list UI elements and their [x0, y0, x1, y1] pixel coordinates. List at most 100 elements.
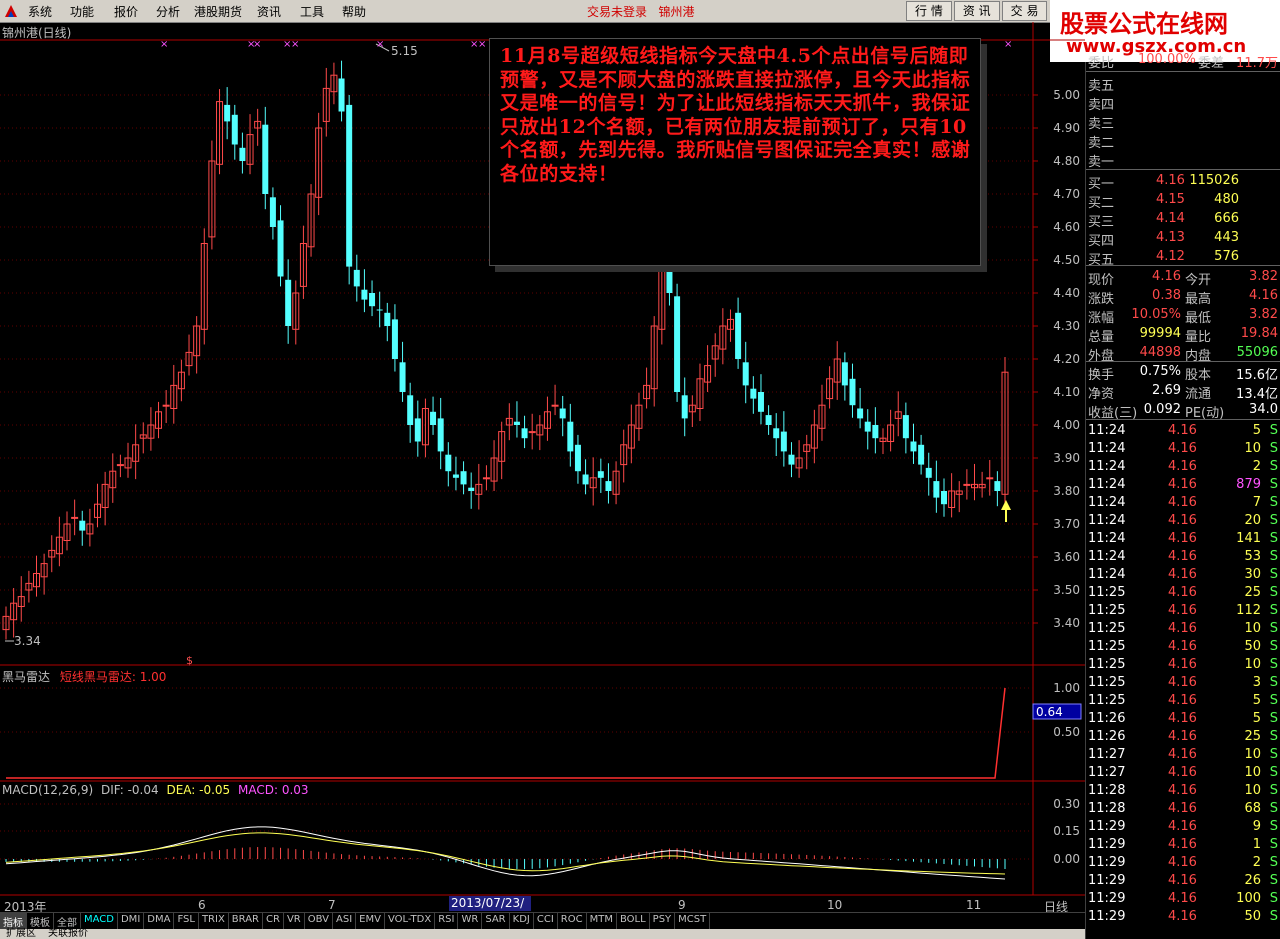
menu-info[interactable]: 资讯 — [257, 3, 281, 20]
menu-hk-futures[interactable]: 港股期货 — [194, 3, 242, 20]
tick-volume: 100 — [1236, 891, 1261, 906]
candle-body — [925, 467, 932, 478]
candle-body — [940, 491, 947, 505]
candle-body — [391, 319, 398, 359]
candle-body — [521, 428, 528, 439]
stat-row: 总量 99994 量比 19.84 — [1086, 325, 1280, 345]
price: 4.13 — [1156, 230, 1185, 245]
menu-analysis[interactable]: 分析 — [156, 3, 180, 20]
annotation-box: 11月8号超级短线指标今天盘中4.5个点出信号后随即预警，又是不顾大盘的涨跌直接… — [489, 38, 981, 266]
tick-side: S — [1269, 531, 1278, 546]
tick-side: S — [1269, 819, 1278, 834]
tick-row: 11:25 4.16 25 S — [1086, 584, 1280, 603]
value: 0.75% — [1139, 364, 1181, 379]
tick-time: 11:26 — [1088, 711, 1126, 726]
bottom-area-tabs: 扩展区 关联报价 — [0, 929, 1085, 939]
tick-volume: 30 — [1244, 567, 1261, 582]
indicator-tab-psy[interactable]: PSY — [650, 913, 676, 930]
tick-volume: 7 — [1252, 495, 1261, 510]
indicator-tab-emv[interactable]: EMV — [356, 913, 385, 930]
tick-volume: 50 — [1244, 639, 1261, 654]
candle-body — [994, 481, 1001, 491]
time-label: 10 — [827, 898, 843, 912]
indicator-tab-roc[interactable]: ROC — [558, 913, 587, 930]
indicator-tab-vol-tdx[interactable]: VOL-TDX — [385, 913, 436, 930]
tick-side: S — [1269, 459, 1278, 474]
tick-volume: 2 — [1252, 459, 1261, 474]
label: 换手 — [1088, 368, 1115, 383]
indicator-tab-asi[interactable]: ASI — [333, 913, 357, 930]
tick-volume: 5 — [1252, 711, 1261, 726]
indicator-tab-cr[interactable]: CR — [263, 913, 284, 930]
candle-body — [528, 431, 536, 434]
tick-price: 4.16 — [1168, 477, 1197, 492]
candle-body — [750, 388, 757, 399]
price-tick-label: 3.40 — [1053, 616, 1080, 630]
indicator-tab-brar[interactable]: BRAR — [229, 913, 263, 930]
candle-body — [857, 408, 864, 419]
tick-side: S — [1269, 495, 1278, 510]
candle-body — [346, 104, 353, 267]
value: 44898 — [1139, 345, 1181, 360]
price: 4.16 — [1156, 173, 1185, 188]
tick-price: 4.16 — [1168, 891, 1197, 906]
tick-time: 11:25 — [1088, 639, 1126, 654]
indicator-tab-trix[interactable]: TRIX — [199, 913, 229, 930]
indicator-tab-wr[interactable]: WR — [458, 913, 483, 930]
candle-body — [376, 309, 383, 311]
value: 11.7万 — [1236, 56, 1278, 71]
menu-help[interactable]: 帮助 — [342, 3, 366, 20]
indicator-tab-dmi[interactable]: DMI — [118, 913, 145, 930]
indicator-tab-fsl[interactable]: FSL — [174, 913, 199, 930]
indicator-tab-vr[interactable]: VR — [284, 913, 305, 930]
candle-body — [567, 421, 574, 452]
tick-time: 11:29 — [1088, 855, 1126, 870]
tick-side: S — [1269, 675, 1278, 690]
indicator-tab-cci[interactable]: CCI — [534, 913, 558, 930]
indicator-tab-kdj[interactable]: KDJ — [510, 913, 534, 930]
tab-trade[interactable]: 交 易 — [1001, 1, 1048, 21]
candle-body — [551, 404, 559, 407]
value: 19.84 — [1240, 326, 1278, 341]
indicator1-tick-label: 0.50 — [1053, 725, 1080, 739]
candle-body — [674, 296, 681, 392]
tick-price: 4.16 — [1168, 585, 1197, 600]
time-label: 9 — [678, 898, 686, 912]
tick-side: S — [1269, 423, 1278, 438]
indicator-tab-obv[interactable]: OBV — [305, 913, 333, 930]
time-label: 6 — [198, 898, 206, 912]
candle-body — [224, 104, 231, 122]
menu-quote[interactable]: 报价 — [114, 3, 138, 20]
menu-system[interactable]: 系统 — [28, 3, 52, 20]
tab-extended[interactable]: 扩展区 — [0, 929, 42, 939]
menu-function[interactable]: 功能 — [70, 3, 94, 20]
indicator1-line — [6, 687, 1006, 779]
chart-title: 锦州港(日线) — [2, 26, 72, 40]
tick-row: 11:25 4.16 10 S — [1086, 620, 1280, 639]
label: 总量 — [1088, 330, 1115, 345]
price-tick-label: 4.70 — [1053, 187, 1080, 201]
menu-tools[interactable]: 工具 — [300, 3, 324, 20]
tick-price: 4.16 — [1168, 855, 1197, 870]
stat-row: 涨跌 0.38 最高 4.16 — [1086, 287, 1280, 307]
signal-x-marker: × — [291, 39, 299, 50]
price: 4.15 — [1156, 192, 1185, 207]
divider — [1086, 361, 1280, 362]
candle-body — [597, 471, 604, 478]
label: 卖二 — [1088, 136, 1115, 151]
tick-side: S — [1269, 873, 1278, 888]
value: 4.16 — [1249, 288, 1278, 303]
signal-x-marker: × — [160, 39, 168, 50]
tab-related-quote[interactable]: 关联报价 — [42, 929, 94, 939]
tab-market[interactable]: 行 情 — [906, 1, 952, 21]
indicator-tab-rsi[interactable]: RSI — [435, 913, 459, 930]
indicator-tab-mtm[interactable]: MTM — [587, 913, 617, 930]
tab-news[interactable]: 资 讯 — [953, 1, 1000, 21]
tick-side: S — [1269, 441, 1278, 456]
indicator-tab-boll[interactable]: BOLL — [617, 913, 650, 930]
tick-side: S — [1269, 585, 1278, 600]
indicator-tab-mcst[interactable]: MCST — [675, 913, 711, 930]
indicator-tab-sar[interactable]: SAR — [482, 913, 510, 930]
price-tick-label: 3.90 — [1053, 451, 1080, 465]
indicator-tab-dma[interactable]: DMA — [144, 913, 175, 930]
